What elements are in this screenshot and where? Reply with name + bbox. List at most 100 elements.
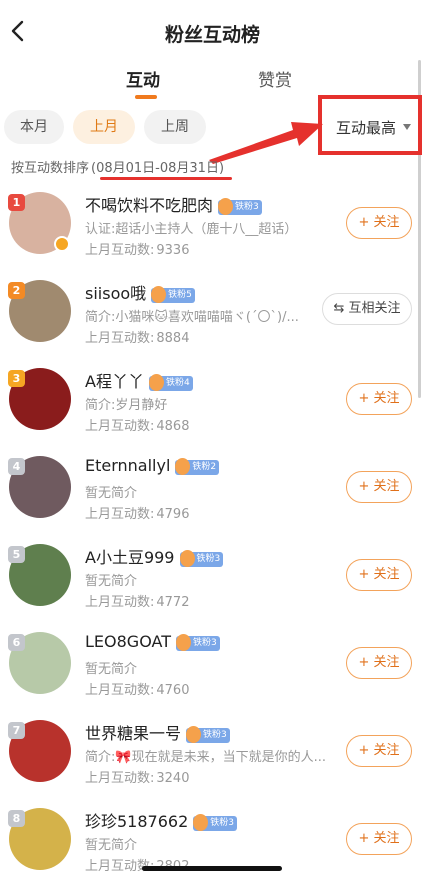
count-value: 4760 <box>156 683 190 698</box>
fan-name[interactable]: 世界糖果一号 <box>85 724 181 743</box>
fan-level-badge: 铁粉3 <box>218 198 262 215</box>
fan-level-badge: 铁粉3 <box>193 814 237 831</box>
rank-badge: 8 <box>8 810 25 827</box>
fan-level-badge: 铁粉3 <box>179 550 224 567</box>
sort-dropdown[interactable]: 互动最高 <box>336 117 396 138</box>
fan-name-row: 世界糖果一号 铁粉3 <box>85 720 230 744</box>
fan-description: 暂无简介 <box>85 838 138 853</box>
top-bar: 粉丝互动榜 <box>0 0 425 62</box>
filter-this-month[interactable]: 本月 <box>4 110 64 144</box>
crown-icon <box>175 634 191 651</box>
fan-description: 暂无简介 <box>85 662 138 677</box>
rank-badge: 4 <box>8 458 25 475</box>
fan-level-badge: 铁粉3 <box>186 726 230 743</box>
tab-interaction[interactable]: 互动 <box>126 66 160 91</box>
count-label: 上月互动数: <box>85 331 155 346</box>
fan-level-label: 铁粉5 <box>168 290 192 300</box>
fan-level-label: 铁粉3 <box>235 202 259 212</box>
fan-level-badge: 铁粉4 <box>148 374 193 391</box>
count-label: 上月互动数: <box>85 771 155 786</box>
count-label: 上月互动数: <box>85 419 155 434</box>
list-item[interactable]: 1 不喝饮料不吃肥肉 铁粉3 认证:超话小主持人（鹿十八__超话） 上月互动数: 9336… <box>0 180 425 268</box>
fan-description: 简介:岁月静好 <box>85 398 168 413</box>
date-range: (08月01日-08月31日) <box>91 161 225 176</box>
crown-icon <box>186 726 202 743</box>
sort-prefix: 按互动数排序 <box>11 161 90 176</box>
fan-name[interactable]: A程丫丫 <box>85 372 144 391</box>
rank-badge: 6 <box>8 634 25 651</box>
interaction-count: 上月互动数: 8884 <box>85 327 189 346</box>
interaction-count: 上月互动数:2802 <box>85 855 189 874</box>
tab-reward[interactable]: 赞赏 <box>258 66 292 91</box>
crown-icon <box>175 458 191 475</box>
rank-badge: 1 <box>8 194 25 211</box>
follow-button[interactable]: + 关注 <box>346 207 412 239</box>
fan-name[interactable]: A小土豆999 <box>85 548 175 567</box>
follow-button[interactable]: + 关注 <box>346 471 412 503</box>
fan-description: 简介:🎀现在就是未来，当下就是你的人... <box>85 750 325 765</box>
fan-name-row: 不喝饮料不吃肥肉 铁粉3 <box>85 192 262 216</box>
list-item[interactable]: 3 A程丫丫 铁粉4 简介:岁月静好 上月互动数: 4868 + 关注 <box>0 356 425 444</box>
fan-name[interactable]: 珍珍5187662 <box>85 812 188 831</box>
annotation-arrow <box>209 122 323 164</box>
filter-last-month[interactable]: 上月 <box>73 110 135 144</box>
fan-description: 简介:小猫咪🐱喜欢喵喵喵ヾ(´〇`)/... <box>85 310 299 325</box>
rank-badge: 7 <box>8 722 25 739</box>
fan-name-row: A小土豆999 铁粉3 <box>85 544 224 568</box>
list-item[interactable]: 8 珍珍5187662 铁粉3 暂无简介上月互动数:2802 + 关注 <box>0 796 425 874</box>
fan-name[interactable]: Eternnallyl <box>85 456 170 475</box>
fan-name-row: siisoo哦 铁粉5 <box>85 280 195 304</box>
fan-level-label: 铁粉3 <box>192 638 217 648</box>
interaction-count: 上月互动数: 9336 <box>85 239 189 258</box>
fan-name-row: A程丫丫 铁粉4 <box>85 368 193 392</box>
fan-level-label: 铁粉2 <box>192 462 217 472</box>
mutual-follow-button[interactable]: ⇆ 互相关注 <box>322 293 412 325</box>
list-item[interactable]: 5 A小土豆999 铁粉3 暂无简介上月互动数: 4772 + 关注 <box>0 532 425 620</box>
follow-button[interactable]: + 关注 <box>346 559 412 591</box>
list-item[interactable]: 4 Eternnallyl 铁粉2 暂无简介上月互动数: 4796 + 关注 <box>0 444 425 532</box>
fan-description: 认证:超话小主持人（鹿十八__超话） <box>85 222 298 237</box>
active-tab-indicator <box>135 95 157 99</box>
list-item[interactable]: 6 LEO8GOAT 铁粉3 暂无简介上月互动数: 4760 + 关注 <box>0 620 425 708</box>
count-value: 8884 <box>156 331 190 346</box>
fan-name[interactable]: 不喝饮料不吃肥肉 <box>85 196 213 215</box>
triangle-down-icon <box>403 124 411 130</box>
count-value: 4868 <box>156 419 190 434</box>
list-item[interactable]: 7 世界糖果一号 铁粉3 简介:🎀现在就是未来，当下就是你的人... 上月互动数: 324… <box>0 708 425 796</box>
count-label: 上月互动数: <box>85 507 155 522</box>
fan-name-row: Eternnallyl 铁粉2 <box>85 456 220 475</box>
count-value: 4796 <box>156 507 190 522</box>
follow-button[interactable]: + 关注 <box>346 647 412 679</box>
count-label: 上月互动数: <box>85 595 155 610</box>
crown-icon <box>218 198 234 215</box>
filter-last-week[interactable]: 上周 <box>144 110 206 144</box>
list-item[interactable]: 2 siisoo哦 铁粉5 简介:小猫咪🐱喜欢喵喵喵ヾ(´〇`)/... 上月互动数: 8… <box>0 268 425 356</box>
fan-level-badge: 铁粉2 <box>175 458 220 475</box>
fan-level-badge: 铁粉3 <box>175 634 220 651</box>
follow-button[interactable]: + 关注 <box>346 735 412 767</box>
fan-level-label: 铁粉3 <box>203 730 227 740</box>
follow-button[interactable]: + 关注 <box>346 383 412 415</box>
home-indicator <box>142 866 282 871</box>
sort-description: 按互动数排序 (08月01日-08月31日) <box>11 157 224 176</box>
fan-description: 暂无简介 <box>85 486 138 501</box>
fan-name-row: LEO8GOAT 铁粉3 <box>85 632 220 651</box>
crown-icon <box>193 814 209 831</box>
fan-level-label: 铁粉3 <box>196 554 221 564</box>
follow-button[interactable]: + 关注 <box>346 823 412 855</box>
crown-icon <box>179 550 195 567</box>
count-value: 4772 <box>156 595 190 610</box>
count-label: 上月互动数: <box>85 243 155 258</box>
crown-icon <box>148 374 164 391</box>
interaction-count: 上月互动数: 4760 <box>85 679 189 698</box>
interaction-count: 上月互动数: 4796 <box>85 503 189 522</box>
crown-icon <box>151 286 167 303</box>
interaction-count: 上月互动数: 4868 <box>85 415 189 434</box>
fan-description: 暂无简介 <box>85 574 138 589</box>
rank-badge: 5 <box>8 546 25 563</box>
fan-level-badge: 铁粉5 <box>151 286 195 303</box>
fan-name[interactable]: LEO8GOAT <box>85 632 171 651</box>
fan-name[interactable]: siisoo哦 <box>85 284 146 303</box>
interaction-count: 上月互动数: 3240 <box>85 767 189 786</box>
rank-badge: 3 <box>8 370 25 387</box>
